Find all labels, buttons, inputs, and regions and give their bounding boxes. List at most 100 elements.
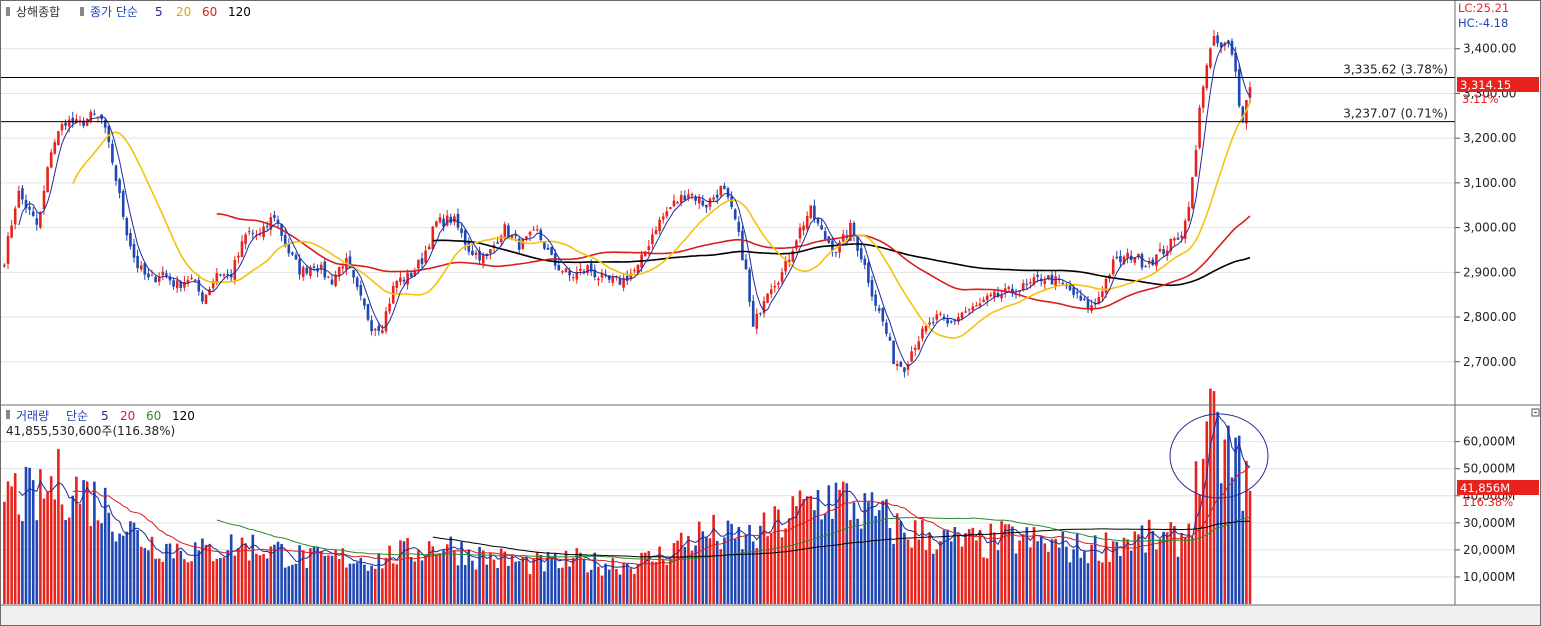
candle-body xyxy=(913,347,917,350)
volume-bar xyxy=(3,501,6,604)
volume-bar xyxy=(615,568,618,604)
last-price-pct: 3.11% xyxy=(1462,92,1499,106)
candle-body xyxy=(885,322,888,334)
candle-body xyxy=(651,234,654,245)
volume-bar xyxy=(481,550,485,604)
volume-bar xyxy=(795,506,798,604)
volume-bar xyxy=(1029,547,1032,604)
volume-bar xyxy=(193,542,197,604)
candle-body xyxy=(1198,107,1201,148)
volume-bar xyxy=(521,557,525,604)
candle-body xyxy=(647,246,651,251)
candle-body xyxy=(895,364,899,367)
candle-body xyxy=(715,194,719,198)
volume-bar xyxy=(445,544,449,604)
volume-bar xyxy=(42,498,46,604)
volume-bar xyxy=(514,561,517,604)
volume-bar xyxy=(1047,551,1050,604)
candle-body xyxy=(967,309,971,311)
volume-bar xyxy=(809,496,813,604)
volume-bar xyxy=(802,498,805,604)
volume-bar xyxy=(226,550,229,604)
volume-bar xyxy=(1129,550,1133,604)
price-tick-label: 3,100.00 xyxy=(1463,176,1516,190)
volume-bar xyxy=(550,558,553,604)
volume-bar xyxy=(381,568,384,604)
volume-bar xyxy=(1209,388,1212,604)
candle-body xyxy=(1209,48,1212,68)
candle-body xyxy=(118,179,121,194)
candle-body xyxy=(21,188,24,200)
volume-bar xyxy=(784,528,787,604)
volume-tick-label: 60,000M xyxy=(1463,435,1515,449)
candle-body xyxy=(1176,237,1180,240)
candle-body xyxy=(67,119,71,127)
volume-bar xyxy=(543,571,546,604)
volume-bar xyxy=(85,481,89,604)
candle-body xyxy=(17,190,21,208)
volume-bar xyxy=(1104,532,1108,604)
volume-bar xyxy=(345,567,348,604)
volume-bar xyxy=(244,543,247,604)
candle-body xyxy=(147,273,150,278)
candle-body xyxy=(1086,299,1090,309)
volume-bar xyxy=(1039,535,1043,604)
volume-bar xyxy=(190,561,193,604)
candle-body xyxy=(341,266,345,269)
candle-body xyxy=(874,294,877,306)
volume-bar xyxy=(1201,458,1205,604)
volume-bar xyxy=(294,563,298,604)
candle-body xyxy=(679,194,683,203)
candle-body xyxy=(769,289,773,295)
volume-bar xyxy=(1126,539,1129,604)
candle-body xyxy=(1237,69,1241,107)
candle-body xyxy=(867,262,870,283)
volume-bar xyxy=(363,564,366,604)
volume-bar xyxy=(939,541,942,604)
volume-bar xyxy=(1115,541,1119,604)
price-tick-label: 3,200.00 xyxy=(1463,131,1516,145)
candle-body xyxy=(1007,286,1011,289)
candle-body xyxy=(71,117,75,124)
volume-bar xyxy=(611,558,615,604)
candle-body xyxy=(1205,65,1209,89)
candle-body xyxy=(564,268,568,273)
volume-bar xyxy=(1018,540,1021,604)
volume-bar xyxy=(1176,556,1180,604)
volume-bar xyxy=(1079,557,1083,604)
volume-bar xyxy=(1183,537,1187,604)
volume-bar xyxy=(996,550,1000,604)
candle-body xyxy=(1187,207,1191,221)
volume-bar xyxy=(139,546,143,604)
volume-bar xyxy=(517,561,521,604)
volume-bar xyxy=(723,537,726,604)
candle-body xyxy=(571,277,575,279)
candle-body xyxy=(557,265,561,271)
volume-bar xyxy=(625,563,629,604)
volume-bar xyxy=(553,553,557,604)
stock-chart[interactable]: 3,400.003,300.003,200.003,100.003,000.00… xyxy=(0,0,1541,626)
volume-bar xyxy=(496,568,499,604)
candle-body xyxy=(780,272,784,282)
volume-bar xyxy=(10,486,13,604)
candle-body xyxy=(755,313,759,329)
volume-bar xyxy=(67,517,71,604)
candle-body xyxy=(982,299,985,303)
legend-marker-icon xyxy=(6,7,10,16)
candle-body xyxy=(661,216,665,220)
candle-body xyxy=(1025,283,1029,285)
volume-bar xyxy=(312,546,316,604)
candle-body xyxy=(928,322,931,325)
volume-bar xyxy=(953,526,957,604)
price-legend-ma20: 20 xyxy=(176,5,191,19)
price-tick-label: 2,800.00 xyxy=(1463,310,1516,324)
volume-bar xyxy=(1014,553,1018,604)
volume-bar xyxy=(622,562,625,604)
volume-bar xyxy=(1144,552,1147,604)
volume-bar xyxy=(391,563,395,604)
volume-bar xyxy=(1191,537,1194,604)
volume-bar xyxy=(1245,461,1248,604)
candle-body xyxy=(672,200,676,207)
volume-bar xyxy=(366,570,370,604)
candle-body xyxy=(834,251,838,253)
